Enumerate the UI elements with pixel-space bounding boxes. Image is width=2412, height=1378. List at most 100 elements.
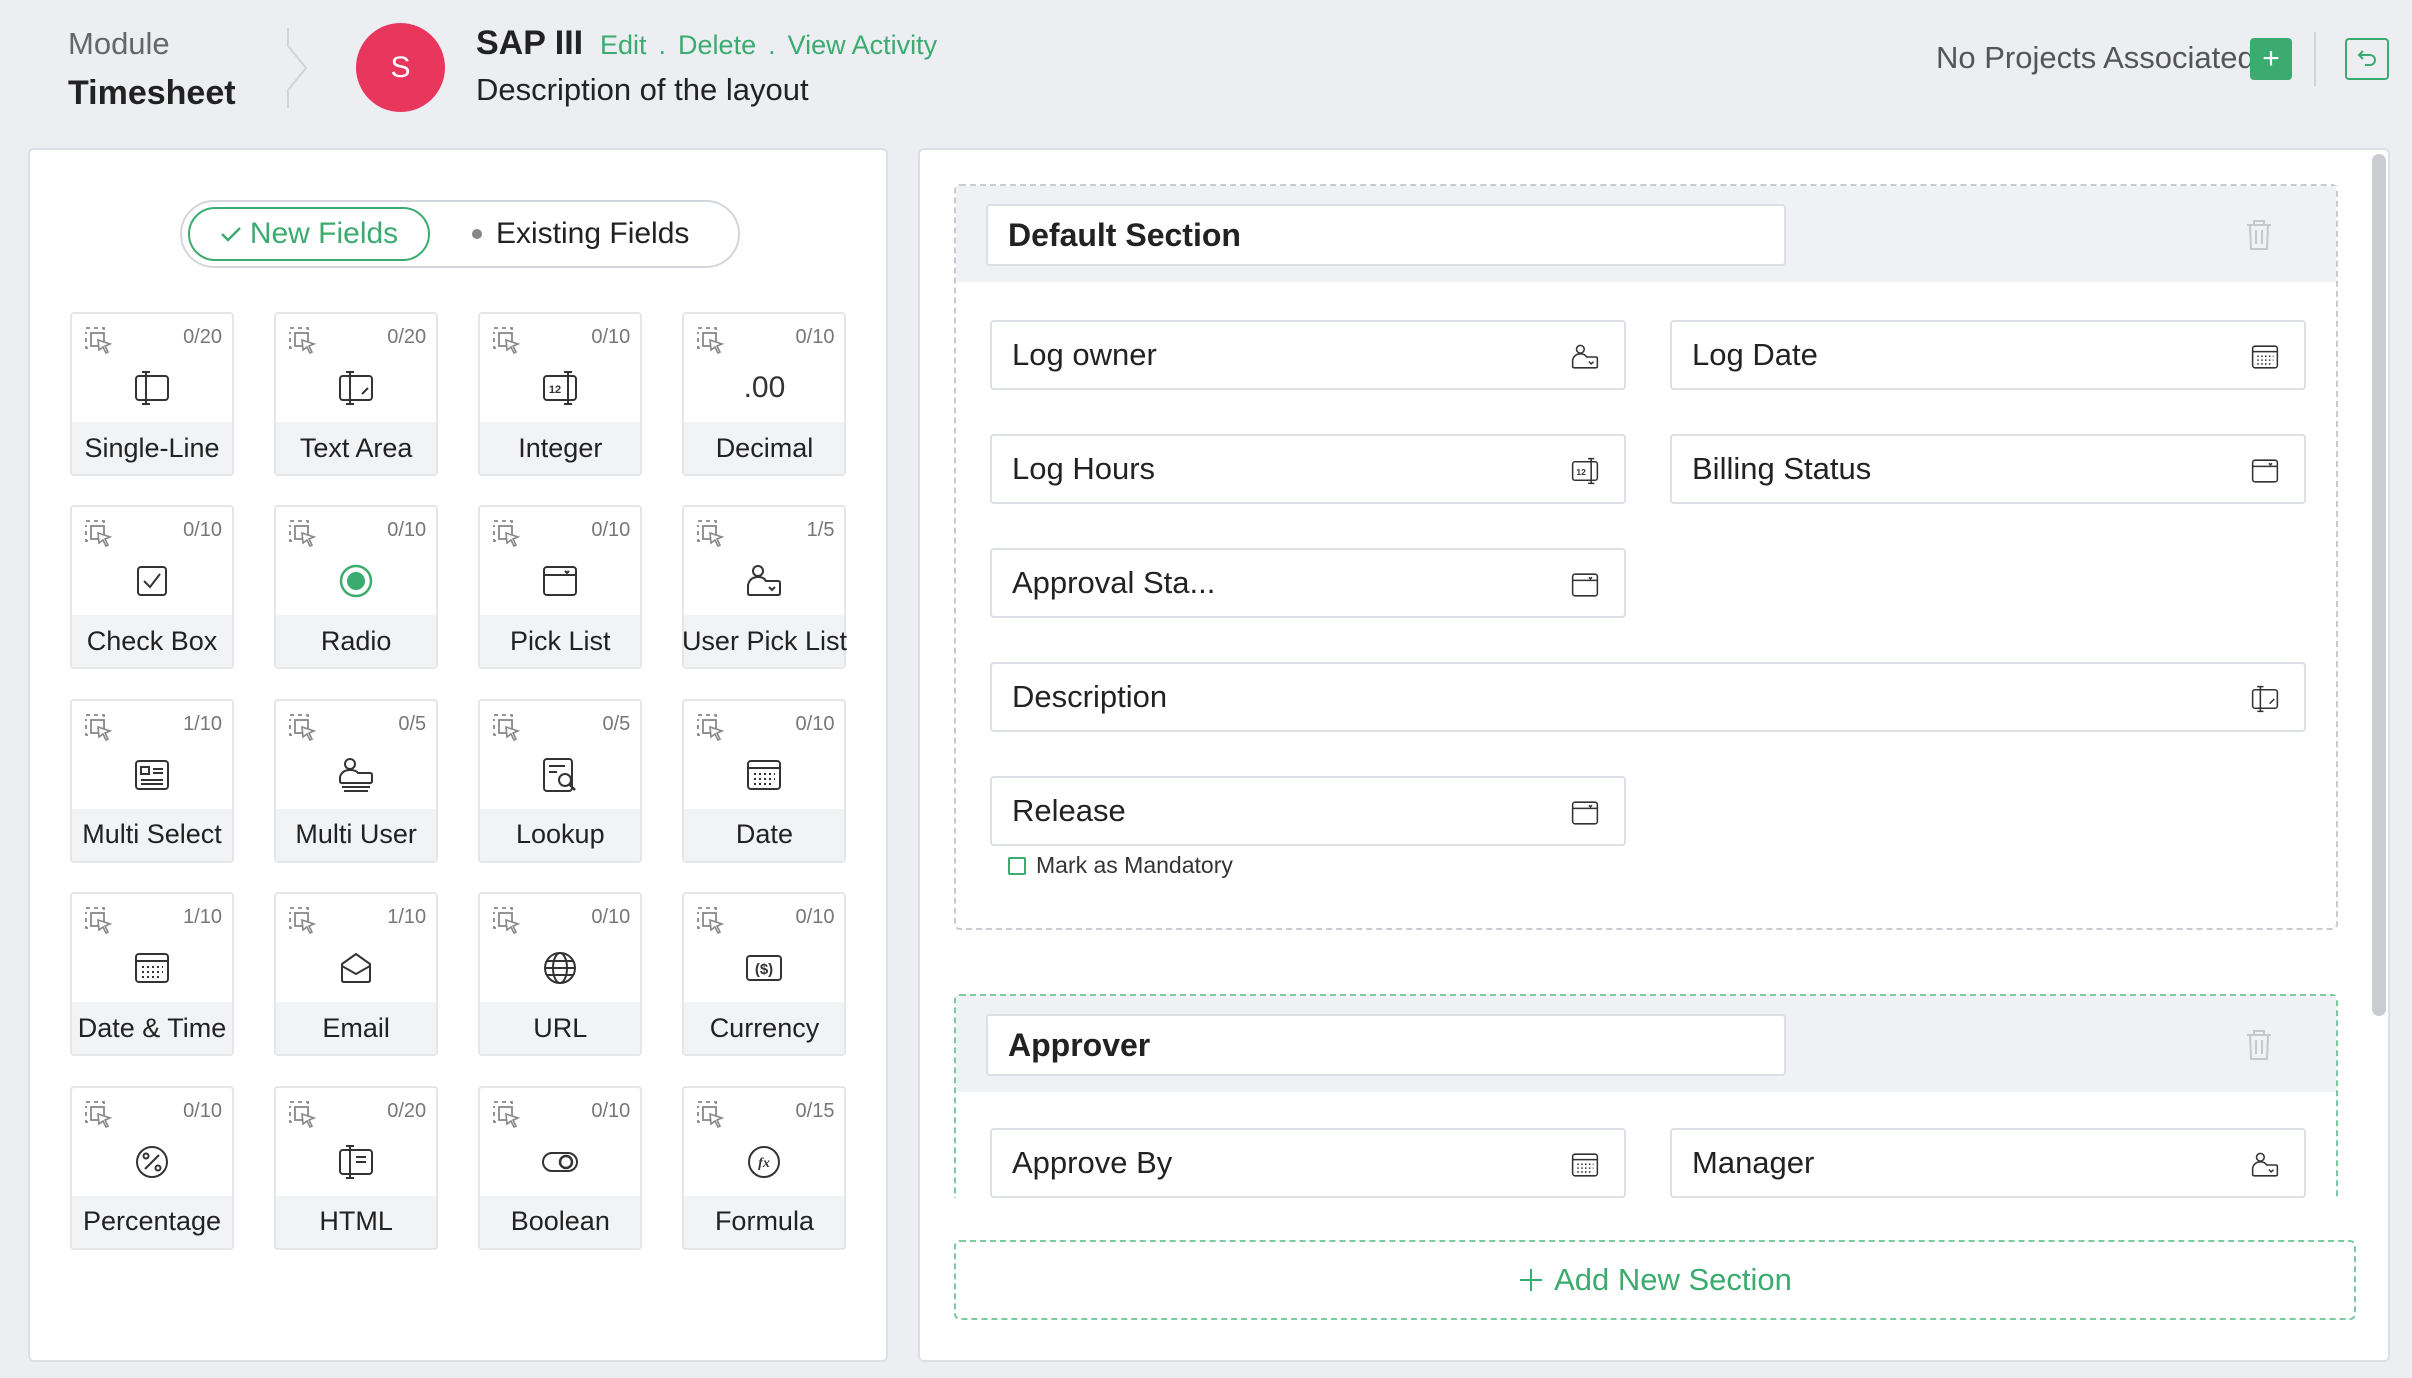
field-count: 0/20: [183, 326, 222, 348]
field-description[interactable]: Description: [990, 662, 2306, 732]
picklist-icon: [2248, 454, 2282, 488]
layout-name: SAP III: [476, 24, 584, 62]
field-type-url[interactable]: 0/10 URL: [478, 892, 643, 1057]
field-type-label: Date: [684, 808, 845, 861]
section-title-input[interactable]: Approver: [986, 1014, 1786, 1076]
url-icon: [538, 946, 582, 990]
field-type-radio[interactable]: 0/10 Radio: [274, 505, 439, 670]
drag-icon: [82, 1098, 114, 1130]
plus-icon: [1520, 1269, 1543, 1291]
add-section-label: Add New Section: [1554, 1262, 1792, 1297]
radio-icon: [334, 559, 378, 603]
field-type-label: Radio: [276, 615, 437, 668]
field-type-label: User Pick List: [682, 615, 847, 668]
currency-icon: ($): [742, 946, 786, 990]
drag-icon: [82, 904, 114, 936]
field-type-text-area[interactable]: 0/20 Text Area: [274, 312, 439, 476]
undo-icon: [2357, 50, 2376, 66]
field-type-multi-user[interactable]: 0/5 Multi User: [274, 698, 439, 863]
field-type-percentage[interactable]: 0/10 Percentage: [70, 1085, 234, 1250]
field-label: Description: [1012, 679, 1168, 714]
field-count: 0/10: [795, 712, 835, 735]
multi-user-icon: [334, 753, 378, 797]
field-type-picklist[interactable]: 0/10 Pick List: [478, 505, 643, 670]
field-type-integer[interactable]: 0/10 12 Integer: [478, 312, 643, 476]
drag-icon: [694, 1098, 726, 1130]
field-type-lookup[interactable]: 0/5 Lookup: [478, 698, 643, 863]
field-type-boolean[interactable]: 0/10 Boolean: [478, 1085, 643, 1250]
integer-icon: 12: [1568, 454, 1602, 488]
field-type-label: Pick List: [480, 615, 641, 668]
add-new-section-button[interactable]: Add New Section: [954, 1240, 2356, 1320]
trash-icon[interactable]: [2244, 1028, 2274, 1062]
date-icon: [2248, 340, 2282, 374]
field-manager[interactable]: Manager: [1670, 1128, 2306, 1198]
field-count: 0/20: [387, 326, 427, 348]
field-log-owner[interactable]: Log owner: [990, 320, 1626, 390]
field-count: 0/10: [183, 519, 222, 542]
field-type-single-line[interactable]: 0/20 Single-Line: [70, 312, 234, 476]
percentage-icon: [130, 1140, 174, 1184]
field-count: 1/10: [183, 712, 222, 735]
field-count: 0/10: [591, 326, 631, 348]
field-type-date[interactable]: 0/10 Date: [682, 698, 847, 863]
no-projects-label: No Projects Associated: [1936, 40, 2255, 75]
field-type-email[interactable]: 1/10 Email: [274, 892, 439, 1057]
trash-icon[interactable]: [2244, 218, 2274, 252]
edit-link[interactable]: Edit: [600, 30, 647, 61]
field-type-label: Formula: [684, 1195, 845, 1248]
user-picklist-icon: [2248, 1148, 2282, 1182]
decimal-glyph: .00: [743, 371, 786, 404]
separator: .: [768, 30, 776, 60]
field-count: 0/10: [387, 519, 427, 542]
section-title-input[interactable]: Default Section: [986, 204, 1786, 266]
field-count: 0/10: [183, 1099, 222, 1122]
field-type-checkbox[interactable]: 0/10 Check Box: [70, 505, 234, 670]
field-type-label: Single-Line: [72, 422, 232, 474]
field-type-label: Email: [276, 1002, 437, 1055]
integer-icon: 12: [538, 366, 582, 410]
field-approval-status[interactable]: Approval Sta...: [990, 548, 1626, 618]
delete-link[interactable]: Delete: [678, 30, 756, 61]
field-type-user-picklist[interactable]: 1/5 User Pick List: [682, 505, 847, 670]
field-type-date-time[interactable]: 1/10 Date & Time: [70, 892, 234, 1057]
field-label: Log Hours: [1012, 451, 1156, 486]
chevron-right-icon: [287, 28, 308, 108]
decimal-icon: .00: [742, 366, 786, 410]
mark-mandatory[interactable]: Mark as Mandatory: [1008, 852, 1233, 879]
field-type-currency[interactable]: 0/10 ($) Currency: [682, 892, 847, 1057]
back-button[interactable]: [2345, 38, 2389, 80]
field-log-hours[interactable]: Log Hours 12: [990, 434, 1626, 504]
field-label: Billing Status: [1692, 451, 1872, 486]
text-area-icon: [334, 366, 378, 410]
field-type-label: HTML: [276, 1195, 437, 1248]
view-activity-link[interactable]: View Activity: [788, 30, 938, 61]
mandatory-checkbox[interactable]: [1008, 856, 1026, 875]
field-type-decimal[interactable]: 0/10 .00 Decimal: [682, 312, 847, 476]
field-type-multi-select[interactable]: 1/10 Multi Select: [70, 698, 234, 863]
drag-icon: [286, 711, 318, 743]
field-release[interactable]: Release: [990, 776, 1626, 846]
field-approve-by[interactable]: Approve By: [990, 1128, 1626, 1198]
field-billing-status[interactable]: Billing Status: [1670, 434, 2306, 504]
svg-text:12: 12: [1576, 467, 1586, 477]
field-log-date[interactable]: Log Date: [1670, 320, 2306, 390]
drag-icon: [82, 517, 114, 549]
drag-icon: [694, 517, 726, 549]
field-label: Log owner: [1012, 337, 1157, 372]
add-project-button[interactable]: +: [2250, 38, 2292, 80]
field-type-label: Integer: [480, 422, 641, 474]
tab-new-fields[interactable]: New Fields: [188, 207, 430, 261]
user-picklist-icon: [1568, 340, 1602, 374]
field-type-html[interactable]: 0/20 HTML: [274, 1085, 439, 1250]
field-label: Manager: [1692, 1145, 1815, 1180]
field-type-label: Multi User: [276, 808, 437, 861]
field-count: 0/10: [591, 906, 631, 929]
field-count: 0/10: [795, 326, 835, 348]
scrollbar[interactable]: [2372, 154, 2386, 1016]
module-label: Module: [68, 26, 170, 61]
field-type-formula[interactable]: 0/15 fx Formula: [682, 1085, 847, 1250]
field-count: 0/5: [398, 712, 427, 735]
tab-new-fields-label: New Fields: [249, 217, 399, 250]
tab-existing-fields[interactable]: Existing Fields: [472, 207, 689, 261]
